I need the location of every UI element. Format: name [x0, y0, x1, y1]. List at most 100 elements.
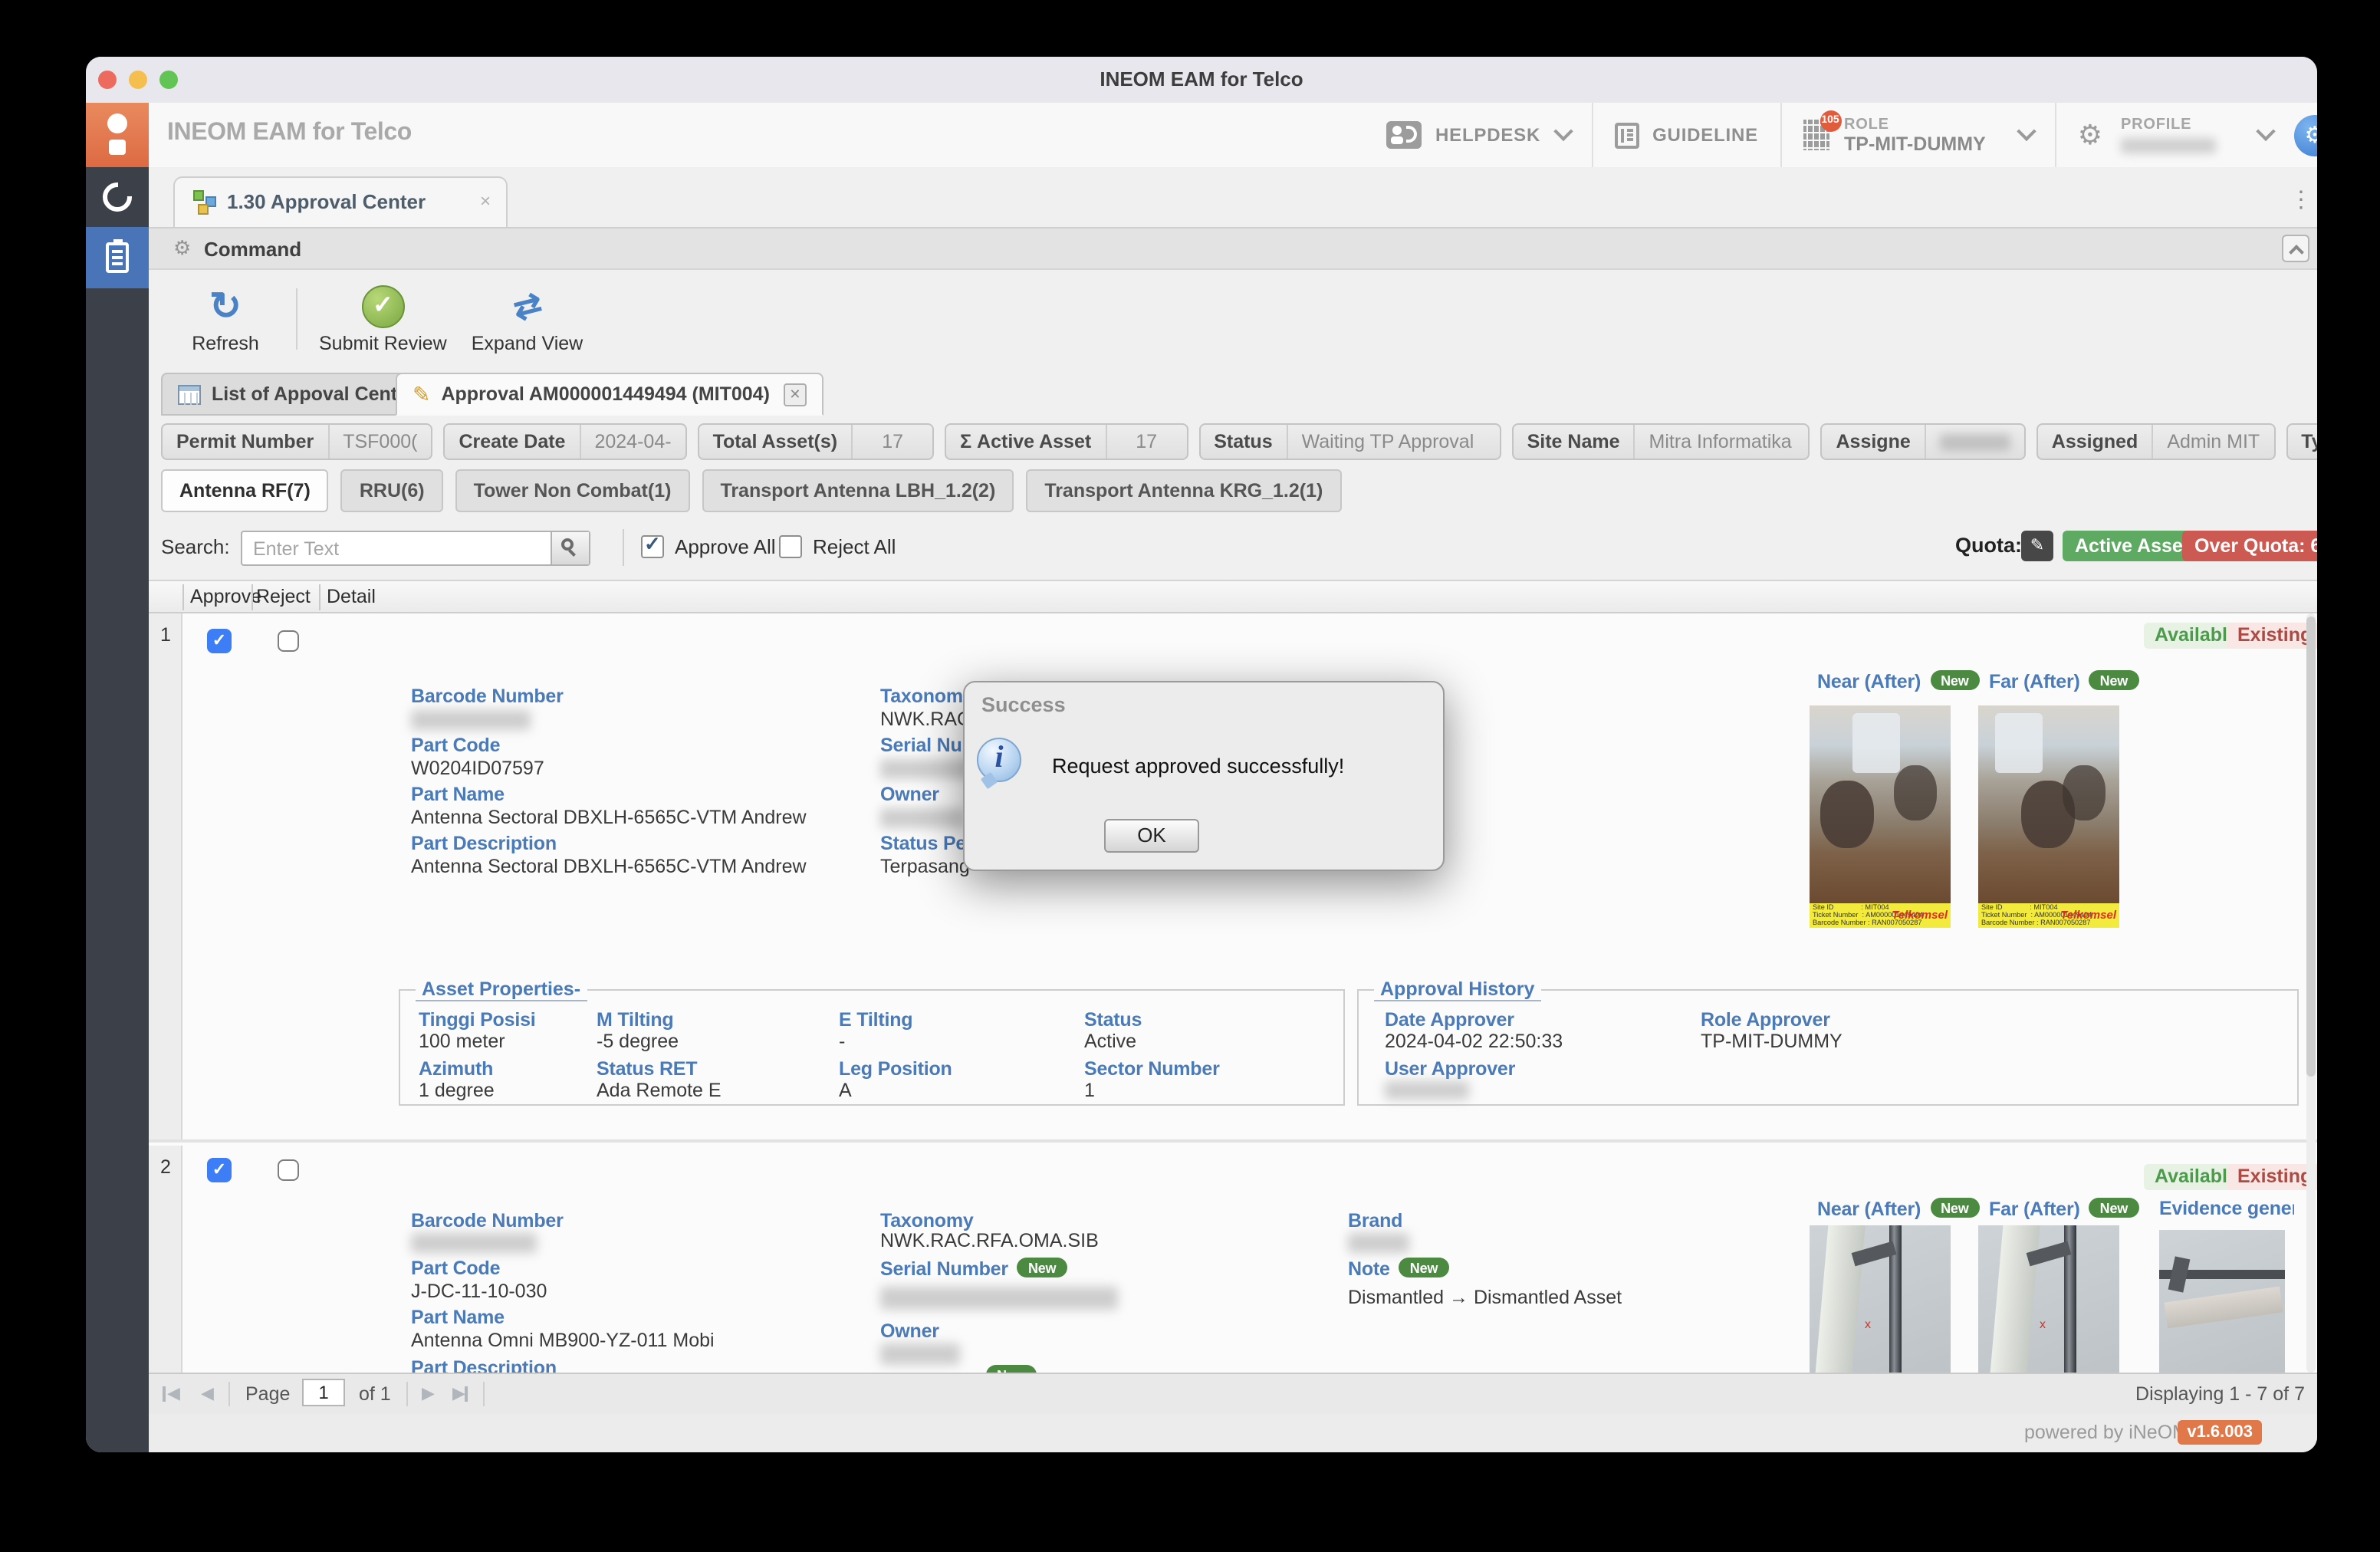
filter-create-date[interactable]: Create Date 2024-04-	[443, 423, 687, 460]
dashboard-icon[interactable]	[103, 181, 133, 212]
filter-status[interactable]: Status Waiting TP Approval	[1198, 423, 1501, 460]
module-cubes-icon	[192, 190, 218, 216]
tab-approval-center[interactable]: 1.30 Approval Center ×	[173, 176, 508, 227]
command-bar: ⚙ Command	[149, 227, 2317, 270]
new-badge: New	[1399, 1258, 1449, 1277]
redacted-value	[880, 1287, 1118, 1310]
search-label: Search:	[161, 535, 230, 558]
vertical-scrollbar[interactable]	[2306, 613, 2316, 1373]
subtab-list-of-approval[interactable]: List of Appoval Center	[161, 373, 432, 416]
field-label: M Tilting	[597, 1009, 674, 1031]
expand-view-button[interactable]: ⇄ Expand View	[459, 284, 596, 354]
reject-checkbox[interactable]	[278, 630, 299, 652]
search-input-wrap	[241, 531, 590, 566]
evidence-photo[interactable]	[2159, 1230, 2285, 1373]
photo-label-far-after: Far (After) New	[1989, 670, 2139, 692]
field-label: Part Description	[411, 833, 557, 854]
filter-total-assets[interactable]: Total Asset(s) 17	[697, 423, 935, 460]
helpdesk-menu[interactable]: HELPDESK	[1365, 103, 1591, 167]
role-menu[interactable]: 105 ROLE TP-MIT-DUMMY	[1781, 103, 2055, 167]
filter-assigned[interactable]: Assigned Admin MIT	[2036, 423, 2276, 460]
filter-permit-number[interactable]: Permit Number TSF000(	[161, 423, 433, 460]
command-title: Command	[204, 238, 302, 261]
profile-menu[interactable]: ⚙ PROFILE	[2056, 103, 2294, 167]
telkomsel-logo: Telkomsel	[1892, 908, 1948, 922]
last-page-icon[interactable]	[465, 1386, 468, 1402]
expand-view-label: Expand View	[471, 333, 583, 354]
refresh-icon: ↻	[209, 285, 242, 328]
last-page-icon[interactable]: ▶	[452, 1383, 465, 1403]
field-value: A	[839, 1080, 852, 1101]
search-input[interactable]	[242, 532, 570, 564]
field-value: Antenna Omni MB900-YZ-011 Mobi	[411, 1330, 715, 1351]
page-label: Page	[245, 1383, 291, 1405]
table-row: 2 ✓ Available Existing Barcode Number Pa…	[149, 1146, 2317, 1373]
near-after-photo[interactable]: Site ID : MIT004 Ticket Number : AM000001…	[1810, 705, 1951, 928]
approve-checkbox[interactable]: ✓	[207, 1158, 232, 1182]
field-value: Active	[1084, 1031, 1137, 1052]
field-label: Part Code	[411, 1258, 501, 1279]
next-page-icon[interactable]: ▶	[422, 1383, 435, 1403]
pagination-bar: ◀ ◀ Page of 1 ▶ ▶ Displaying 1 - 7 of 7	[149, 1373, 2317, 1414]
approve-checkbox[interactable]: ✓	[207, 629, 232, 653]
subtab-close-icon[interactable]: ✕	[783, 383, 807, 406]
tab-transport-antenna-lbh[interactable]: Transport Antenna LBH_1.2(2)	[702, 469, 1014, 512]
row-number: 2	[160, 1156, 171, 1178]
ok-button[interactable]: OK	[1104, 819, 1199, 853]
field-label: Barcode Number	[411, 1210, 564, 1231]
footer: powered by iNeOM v1.6.003	[149, 1414, 2317, 1452]
edit-quota-button[interactable]: ✎	[2021, 531, 2053, 561]
field-value: TP-MIT-DUMMY	[1701, 1031, 1843, 1052]
subtab-approval-detail[interactable]: ✎ Approval AM000001449494 (MIT004) ✕	[396, 373, 823, 416]
apps-icon[interactable]: ⚙	[2294, 114, 2317, 156]
helpdesk-label: HELPDESK	[1435, 124, 1541, 146]
guideline-menu[interactable]: GUIDELINE	[1593, 103, 1780, 167]
submit-review-button[interactable]: ✓ Submit Review	[307, 284, 459, 354]
field-label: Part Name	[411, 784, 505, 805]
tab-rru[interactable]: RRU(6)	[340, 469, 443, 512]
collapse-panel-button[interactable]	[2282, 235, 2309, 262]
category-tabs: Antenna RF(7) RRU(6) Tower Non Combat(1)…	[149, 469, 2317, 515]
column-reject[interactable]: Reject	[256, 586, 311, 607]
helpdesk-icon	[1386, 121, 1422, 149]
tab-antenna-rf[interactable]: Antenna RF(7)	[161, 469, 329, 512]
far-after-photo[interactable]: Site ID : MIT004 Ticket Number : AM000001…	[1978, 705, 2119, 928]
column-detail[interactable]: Detail	[327, 586, 376, 607]
tab-close-icon[interactable]: ×	[480, 190, 491, 212]
field-label: Serial Number New	[880, 1258, 1067, 1280]
reject-checkbox[interactable]	[278, 1159, 299, 1181]
filter-assigne[interactable]: Assigne	[1820, 423, 2026, 460]
filter-type[interactable]: Type	[2286, 423, 2317, 460]
sidebar-item-approval[interactable]	[86, 227, 149, 288]
near-after-photo[interactable]: x	[1810, 1225, 1951, 1373]
prev-page-icon[interactable]: ◀	[201, 1383, 214, 1403]
field-label: Status RET	[597, 1058, 698, 1080]
new-badge: New	[1017, 1258, 1067, 1277]
search-icon[interactable]	[551, 532, 589, 564]
new-badge: New	[986, 1365, 1037, 1373]
powered-by-label: powered by iNeOM	[2024, 1422, 2188, 1443]
far-after-photo[interactable]: x	[1978, 1225, 2119, 1373]
submit-review-label: Submit Review	[319, 333, 447, 354]
reject-all-checkbox[interactable]	[779, 535, 802, 558]
clipboard-icon	[106, 239, 129, 273]
approve-all-checkbox[interactable]	[641, 532, 664, 558]
marker-x: x	[1865, 1317, 1871, 1331]
window-titlebar: INEOM EAM for Telco	[86, 57, 2317, 104]
page-input[interactable]	[302, 1379, 345, 1406]
existing-badge: Existing	[2227, 1164, 2317, 1190]
tab-overflow-icon[interactable]: ⋮	[2290, 186, 2313, 213]
refresh-button[interactable]: ↻ Refresh	[164, 284, 287, 354]
filter-active-asset[interactable]: Σ Active Asset 17	[945, 423, 1188, 460]
photo-label-evidence: Evidence genera	[2159, 1198, 2294, 1219]
tab-transport-antenna-krg[interactable]: Transport Antenna KRG_1.2(1)	[1026, 469, 1342, 512]
first-page-icon[interactable]: ◀	[167, 1383, 180, 1403]
field-label: Tinggi Posisi	[419, 1009, 536, 1031]
divider	[483, 1382, 485, 1406]
field-label: Date Approver	[1385, 1009, 1514, 1031]
new-badge: New	[1930, 670, 1980, 690]
first-page-icon[interactable]	[163, 1386, 166, 1402]
filter-site-name[interactable]: Site Name Mitra Informatika	[1511, 423, 1810, 460]
redacted-value	[1348, 1233, 1409, 1253]
tab-tower-non-combat[interactable]: Tower Non Combat(1)	[455, 469, 690, 512]
